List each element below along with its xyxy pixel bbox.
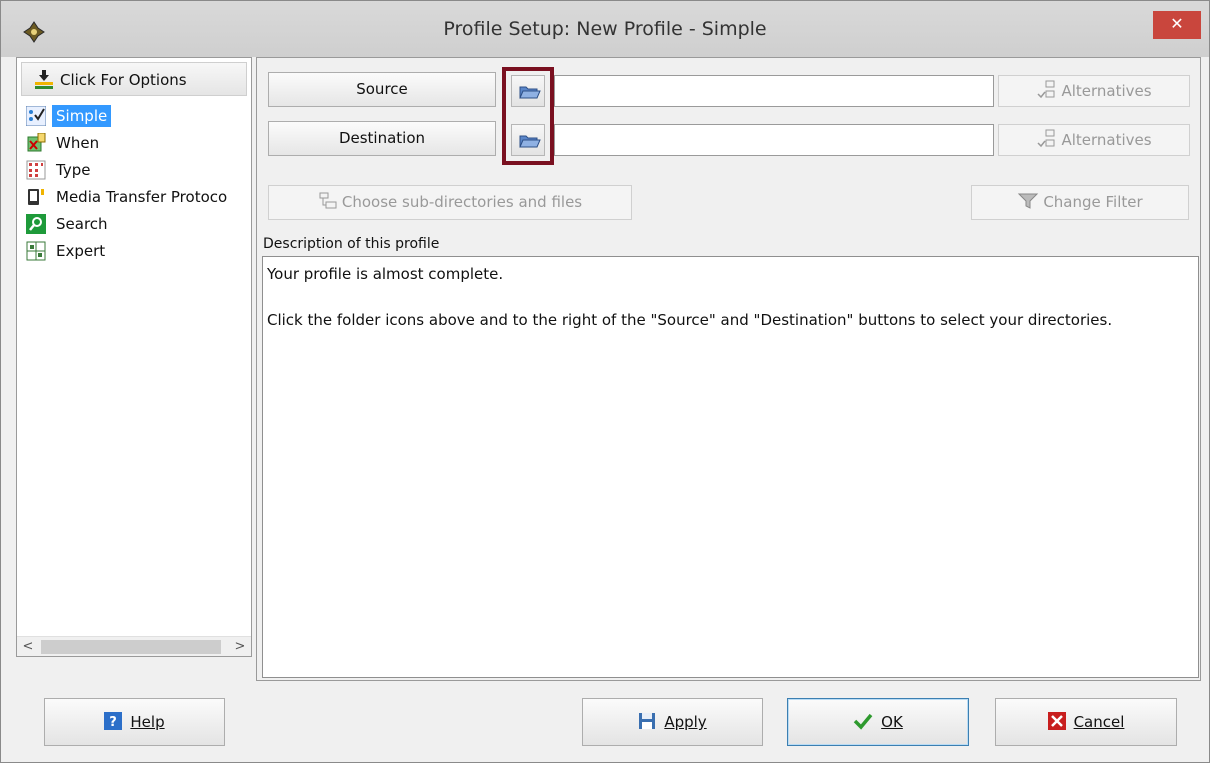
destination-alternatives-label: Alternatives [1061, 131, 1152, 149]
source-alternatives-button[interactable]: Alternatives [998, 75, 1190, 107]
expert-grid-icon [26, 241, 46, 261]
scroll-right-icon[interactable]: > [231, 637, 249, 657]
close-button[interactable]: ✕ [1153, 11, 1201, 39]
destination-button[interactable]: Destination [268, 121, 496, 156]
profile-options-tree: Simple When Type Media Transfer Protoco … [20, 103, 248, 265]
save-disk-icon [639, 713, 656, 729]
filter-icon [1018, 193, 1039, 209]
alternatives-icon [1037, 80, 1055, 99]
apply-button[interactable]: Apply [582, 698, 763, 746]
help-label: Help [130, 713, 165, 731]
tree-label-expert: Expert [56, 242, 106, 260]
type-grid-icon [26, 160, 46, 180]
change-filter-label: Change Filter [1043, 193, 1143, 211]
device-icon [28, 189, 44, 205]
help-button[interactable]: ? Help [44, 698, 225, 746]
apply-label: Apply [664, 713, 707, 731]
tree-item-search[interactable]: Search [20, 211, 248, 238]
tree-horizontal-scrollbar[interactable]: < > [17, 636, 251, 656]
simple-check-icon [26, 106, 46, 126]
tree-item-media-transfer-protocol[interactable]: Media Transfer Protoco [20, 184, 248, 211]
tree-item-expert[interactable]: Expert [20, 238, 248, 265]
tree-item-when[interactable]: When [20, 130, 248, 157]
destination-path-input[interactable] [554, 124, 994, 156]
description-line-1: Your profile is almost complete. [267, 265, 504, 283]
svg-text:?: ? [110, 715, 118, 730]
tree-label-type: Type [56, 161, 91, 179]
help-icon: ? [104, 712, 123, 730]
options-panel: Click For Options Simple When Type Media… [16, 57, 252, 657]
description-line-2: Click the folder icons above and to the … [267, 311, 1113, 329]
tree-label-when: When [56, 134, 100, 152]
tree-item-simple[interactable]: Simple [20, 103, 248, 130]
click-for-options-label: Click For Options [60, 71, 187, 89]
tree-label-search: Search [56, 215, 108, 233]
tree-item-type[interactable]: Type [20, 157, 248, 184]
choose-subdirectories-label: Choose sub-directories and files [341, 193, 583, 211]
source-button[interactable]: Source [268, 72, 496, 107]
profile-settings-panel: Source Destination Alternatives Alternat… [256, 57, 1201, 681]
check-icon [853, 713, 873, 730]
cancel-label: Cancel [1073, 713, 1125, 731]
when-calendar-icon [27, 133, 46, 152]
description-group: Description of this profile Your profile… [257, 236, 1200, 680]
scrollbar-thumb[interactable] [41, 640, 221, 654]
profile-setup-window: Profile Setup: New Profile - Simple ✕ Cl… [0, 0, 1210, 763]
description-group-label: Description of this profile [263, 236, 440, 252]
destination-alternatives-button[interactable]: Alternatives [998, 124, 1190, 156]
tree-label-simple: Simple [52, 105, 112, 127]
description-text-area[interactable]: Your profile is almost complete. Click t… [262, 256, 1199, 678]
ok-button[interactable]: OK [787, 698, 969, 746]
source-path-input[interactable] [554, 75, 994, 107]
alternatives-icon [1037, 129, 1055, 148]
cancel-x-icon [1047, 712, 1066, 730]
subdirectories-icon [319, 192, 337, 209]
choose-subdirectories-button[interactable]: Choose sub-directories and files [268, 185, 632, 220]
title-bar[interactable]: Profile Setup: New Profile - Simple ✕ [1, 1, 1209, 57]
search-icon [26, 214, 46, 234]
ok-label: OK [881, 713, 903, 731]
change-filter-button[interactable]: Change Filter [971, 185, 1189, 220]
cancel-button[interactable]: Cancel [995, 698, 1177, 746]
scroll-left-icon[interactable]: < [19, 637, 37, 657]
click-for-options-button[interactable]: Click For Options [21, 62, 247, 96]
window-title: Profile Setup: New Profile - Simple [443, 18, 767, 40]
source-alternatives-label: Alternatives [1061, 82, 1152, 100]
options-download-icon [35, 70, 53, 89]
tree-label-media-transfer-protocol: Media Transfer Protoco [56, 188, 228, 206]
folder-buttons-highlight [502, 67, 554, 165]
